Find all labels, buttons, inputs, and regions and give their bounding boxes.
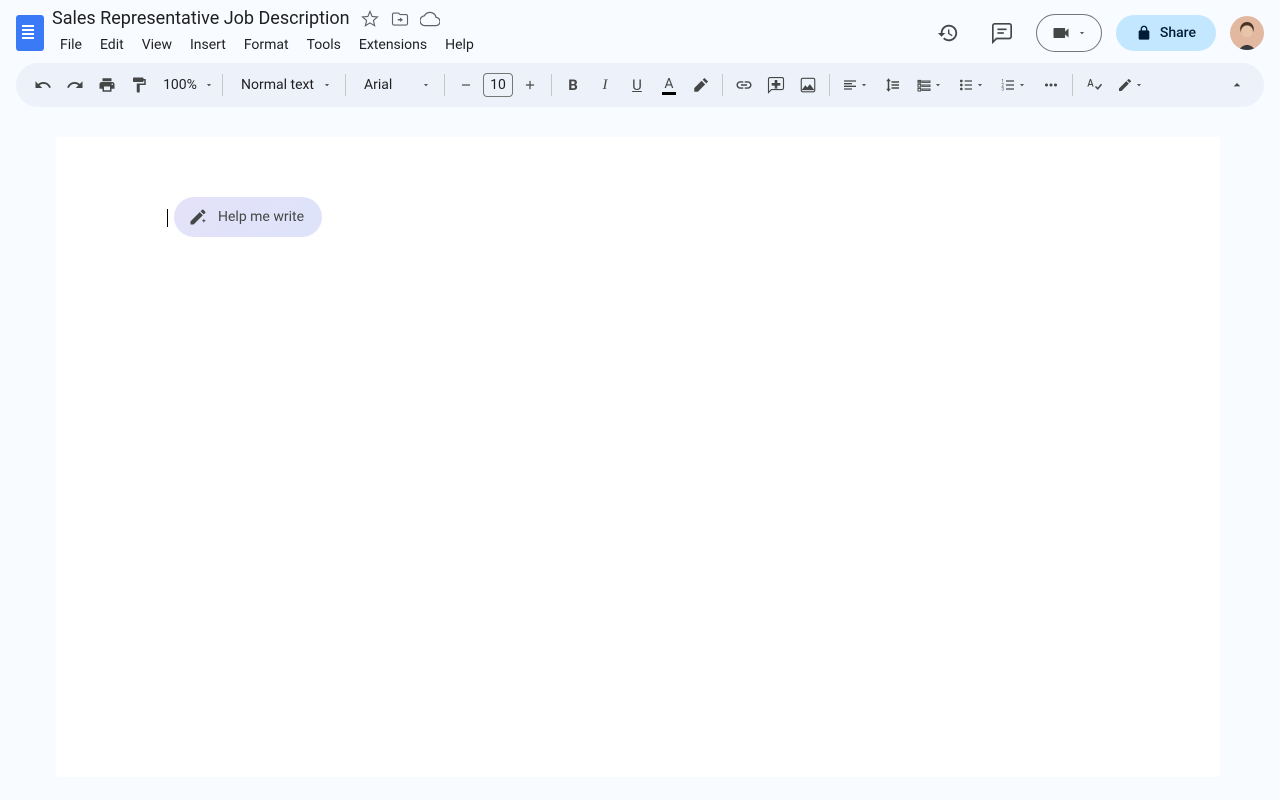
separator [829,74,830,96]
separator [444,74,445,96]
chevron-down-icon [203,80,215,90]
pencil-icon [1117,77,1133,93]
toolbar: 100% Normal text Arial 10 B I U A 123 A [16,63,1264,107]
menu-file[interactable]: File [52,33,90,57]
share-button[interactable]: Share [1116,15,1216,51]
print-button[interactable] [92,70,122,100]
align-dropdown[interactable] [836,70,876,100]
text-cursor [167,209,168,227]
collapse-toolbar-button[interactable] [1222,70,1252,100]
paragraph-style-dropdown[interactable]: Normal text [229,70,339,100]
chevron-down-icon [321,80,333,90]
font-family-dropdown[interactable]: Arial [352,70,438,100]
numbered-list-icon: 123 [1000,77,1016,93]
title-area: Sales Representative Job Description Fil… [52,8,482,57]
separator [222,74,223,96]
docs-logo-icon[interactable] [16,15,44,51]
insert-comment-button[interactable] [761,70,791,100]
star-icon[interactable] [360,9,380,29]
chevron-down-icon [858,80,870,90]
format-painter-button[interactable] [124,70,154,100]
menu-view[interactable]: View [134,33,180,57]
zoom-value: 100% [157,77,203,93]
menu-help[interactable]: Help [437,33,482,57]
highlight-color-button[interactable] [686,70,716,100]
history-icon[interactable] [928,13,968,53]
menu-format[interactable]: Format [236,33,297,57]
chevron-down-icon [974,80,986,90]
bulleted-list-dropdown[interactable] [952,70,992,100]
svg-text:3: 3 [1001,86,1004,92]
help-me-write-label: Help me write [218,209,304,225]
insert-image-button[interactable] [793,70,823,100]
editing-mode-dropdown[interactable] [1111,70,1151,100]
checklist-dropdown[interactable] [910,70,950,100]
increase-font-size-button[interactable] [515,70,545,100]
help-me-write-chip[interactable]: Help me write [174,197,322,237]
header: Sales Representative Job Description Fil… [0,0,1280,63]
align-left-icon [842,77,858,93]
more-options-button[interactable] [1036,70,1066,100]
separator [1072,74,1073,96]
separator [551,74,552,96]
bold-button[interactable]: B [558,70,588,100]
video-camera-icon [1051,23,1071,43]
chevron-down-icon [932,80,944,90]
magic-pencil-icon [188,207,208,227]
lock-icon [1136,25,1152,41]
decrease-font-size-button[interactable] [451,70,481,100]
document-title[interactable]: Sales Representative Job Description [52,8,350,29]
zoom-dropdown[interactable]: 100% [156,70,216,100]
move-folder-icon[interactable] [390,9,410,29]
paragraph-style-value: Normal text [235,77,320,93]
text-color-button[interactable]: A [654,70,684,100]
header-right: Share [928,13,1264,53]
line-spacing-button[interactable] [878,70,908,100]
numbered-list-dropdown[interactable]: 123 [994,70,1034,100]
chevron-down-icon [420,80,432,90]
spell-check-button[interactable]: A [1079,70,1109,100]
separator [345,74,346,96]
redo-button[interactable] [60,70,90,100]
share-label: Share [1160,25,1196,41]
checklist-icon [916,77,932,93]
menubar: File Edit View Insert Format Tools Exten… [52,33,482,57]
bulleted-list-icon [958,77,974,93]
italic-button[interactable]: I [590,70,620,100]
cloud-status-icon[interactable] [420,9,440,29]
meet-button[interactable] [1036,14,1102,52]
comments-icon[interactable] [982,13,1022,53]
avatar[interactable] [1230,16,1264,50]
separator [722,74,723,96]
underline-button[interactable]: U [622,70,652,100]
font-family-value: Arial [358,77,398,93]
menu-extensions[interactable]: Extensions [351,33,435,57]
page-canvas[interactable]: Help me write [56,137,1220,777]
document-viewport: Help me write [0,107,1280,777]
chevron-down-icon [1016,80,1028,90]
svg-text:A: A [1087,79,1094,90]
undo-button[interactable] [28,70,58,100]
title-row: Sales Representative Job Description [52,8,482,29]
insert-link-button[interactable] [729,70,759,100]
menu-tools[interactable]: Tools [299,33,349,57]
menu-edit[interactable]: Edit [92,33,132,57]
menu-insert[interactable]: Insert [182,33,234,57]
chevron-down-icon [1077,28,1087,38]
font-size-input[interactable]: 10 [483,73,513,97]
chevron-down-icon [1133,80,1145,90]
